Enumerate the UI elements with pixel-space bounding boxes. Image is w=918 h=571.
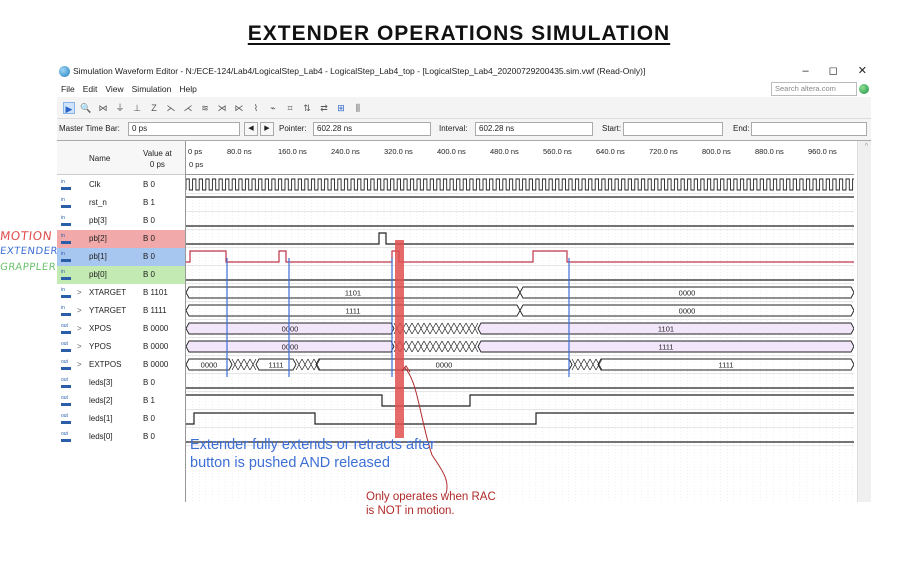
extender-note: Extender fully extends or retracts after… <box>190 437 435 471</box>
red-arrow-line <box>403 366 448 495</box>
rac-motion-note: Only operates when RAC is NOT in motion. <box>366 491 496 517</box>
extender-label: EXTENDER <box>0 246 59 257</box>
annotation-layer <box>226 240 570 495</box>
grappler-label: GRAPPLER <box>0 262 57 273</box>
motion-label: MOTION <box>0 229 53 243</box>
red-highlight-bar <box>395 240 404 438</box>
